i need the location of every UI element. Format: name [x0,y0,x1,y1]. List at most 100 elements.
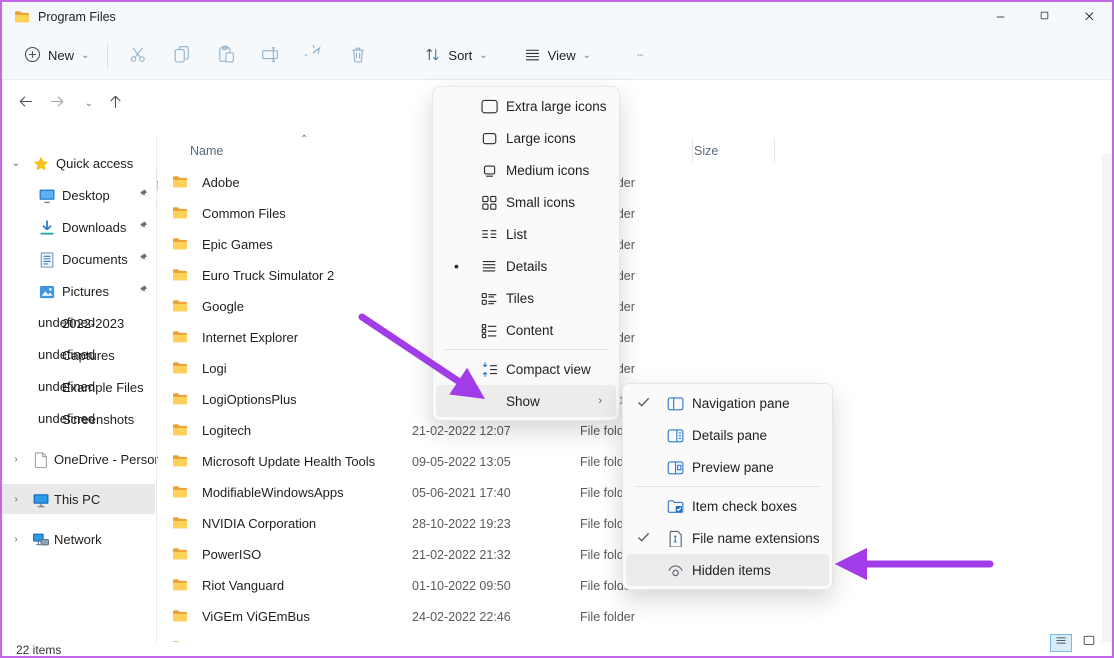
maximize-button[interactable] [1024,2,1068,32]
file-row[interactable]: AdobeFile folder [158,167,1112,198]
more-options-button[interactable] [621,42,659,69]
menu-item-label: File name extensions [692,531,820,546]
forward-button[interactable] [42,88,72,118]
sidebar-item-this-pc[interactable]: ›This PC [2,484,155,514]
menu-item-label: Small icons [506,195,575,210]
file-name: ModifiableWindowsApps [202,485,344,500]
sidebar-item-quick-access[interactable]: ⌄Quick access [2,148,155,178]
status-bar: 22 items [2,642,1112,658]
chevron-down-icon[interactable]: ⌄ [10,158,22,169]
view-menu: Extra large iconsLarge iconsMedium icons… [432,86,620,421]
column-header-size[interactable]: Size [694,144,718,158]
item-count: 22 items [16,643,61,657]
sidebar-item-desktop[interactable]: Desktop [2,180,155,210]
details-view-icon [1053,636,1069,651]
chevron-right-icon[interactable]: › [10,534,22,545]
sidebar-item-example-files[interactable]: undefinedExample Files [2,372,155,402]
file-row[interactable]: ViGEm ViGEmBus24-02-2022 22:46File folde… [158,601,1112,632]
sidebar-item-label: OneDrive - Personal [54,452,172,467]
sidebar-item-downloads[interactable]: Downloads [2,212,155,242]
menu-item-details[interactable]: •Details [436,250,616,282]
file-row[interactable]: Euro Truck Simulator 2File folder [158,260,1112,291]
compact-view-icon [480,360,498,378]
sidebar-item-pictures[interactable]: Pictures [2,276,155,306]
file-row[interactable] [158,632,1112,642]
menu-item-label: Compact view [506,362,591,377]
minimize-button[interactable] [980,2,1024,32]
sidebar-item-label: Captures [62,348,115,363]
file-name: Logi [202,361,227,376]
sidebar-item-2022-2023[interactable]: undefined2022-2023 [2,308,155,338]
folder-icon [172,329,188,348]
new-button[interactable]: New ⌄ [14,40,99,72]
details-view-icon [480,257,498,275]
checkmark-icon [636,529,652,548]
vertical-scrollbar[interactable] [1102,154,1114,642]
folder-icon [172,515,188,534]
menu-item-content[interactable]: Content [436,314,616,346]
share-button[interactable] [292,39,336,73]
menu-item-show[interactable]: Show› [436,385,616,417]
file-date-modified: 21-02-2022 12:07 [412,424,511,438]
plus-circle-icon [24,46,41,66]
file-date-modified: 01-10-2022 09:50 [412,579,511,593]
column-divider[interactable] [774,138,775,162]
back-button[interactable] [10,88,40,118]
arrow-right-icon [49,93,66,113]
close-button[interactable] [1068,2,1112,32]
paste-button[interactable] [204,39,248,73]
chevron-right-icon[interactable]: › [10,494,22,505]
sidebar-item-onedrive-personal[interactable]: ›OneDrive - Personal [2,444,155,474]
file-row[interactable]: Internet ExplorerFile folder [158,322,1112,353]
m-icons-icon [480,161,498,179]
column-header-name[interactable]: Name [190,144,223,158]
pin-icon [138,284,151,300]
menu-item-extra-large-icons[interactable]: Extra large icons [436,90,616,122]
delete-button[interactable] [336,39,380,73]
sidebar-item-network[interactable]: ›Network [2,524,155,554]
menu-item-compact-view[interactable]: Compact view [436,353,616,385]
chevron-down-icon: ⌄ [583,50,591,61]
folder-icon [172,608,188,627]
cut-button[interactable] [116,39,160,73]
details-pane-icon [666,426,684,444]
up-button[interactable] [100,88,130,118]
menu-item-preview-pane[interactable]: Preview pane [626,451,829,483]
trash-icon [349,45,367,66]
file-row[interactable]: Epic GamesFile folder [158,229,1112,260]
menu-item-label: Preview pane [692,460,774,475]
menu-item-medium-icons[interactable]: Medium icons [436,154,616,186]
menu-item-navigation-pane[interactable]: Navigation pane [626,387,829,419]
view-lines-icon [524,46,541,66]
sidebar-item-documents[interactable]: Documents [2,244,155,274]
menu-item-list[interactable]: List [436,218,616,250]
menu-item-item-check-boxes[interactable]: Item check boxes [626,490,829,522]
view-button[interactable]: View ⌄ [514,40,601,72]
menu-item-large-icons[interactable]: Large icons [436,122,616,154]
rename-button[interactable] [248,39,292,73]
sort-button[interactable]: Sort ⌄ [414,40,497,72]
sidebar-item-captures[interactable]: undefinedCaptures [2,340,155,370]
menu-item-label: Navigation pane [692,396,790,411]
menu-item-hidden-items[interactable]: Hidden items [626,554,829,586]
details-view-toggle[interactable] [1050,634,1072,652]
file-row[interactable]: Common FilesFile folder [158,198,1112,229]
chevron-right-icon[interactable]: › [10,454,22,465]
menu-item-small-icons[interactable]: Small icons [436,186,616,218]
file-name: Logitech [202,423,251,438]
menu-item-file-name-extensions[interactable]: File name extensions [626,522,829,554]
large-icons-view-toggle[interactable] [1078,634,1100,652]
menu-item-details-pane[interactable]: Details pane [626,419,829,451]
show-submenu: Navigation pane Details pane Preview pane I… [622,383,833,590]
file-row[interactable]: GoogleFile folder [158,291,1112,322]
file-row[interactable]: LogiFile folder [158,353,1112,384]
scissors-icon [129,45,147,66]
column-divider[interactable] [692,138,693,162]
menu-separator [634,486,821,487]
menu-item-tiles[interactable]: Tiles [436,282,616,314]
copy-button[interactable] [160,39,204,73]
menu-item-label: Item check boxes [692,499,797,514]
file-name: LogiOptionsPlus [202,392,297,407]
checkmark-icon [636,394,652,413]
sidebar-item-screenshots[interactable]: undefinedScreenshots [2,404,155,434]
